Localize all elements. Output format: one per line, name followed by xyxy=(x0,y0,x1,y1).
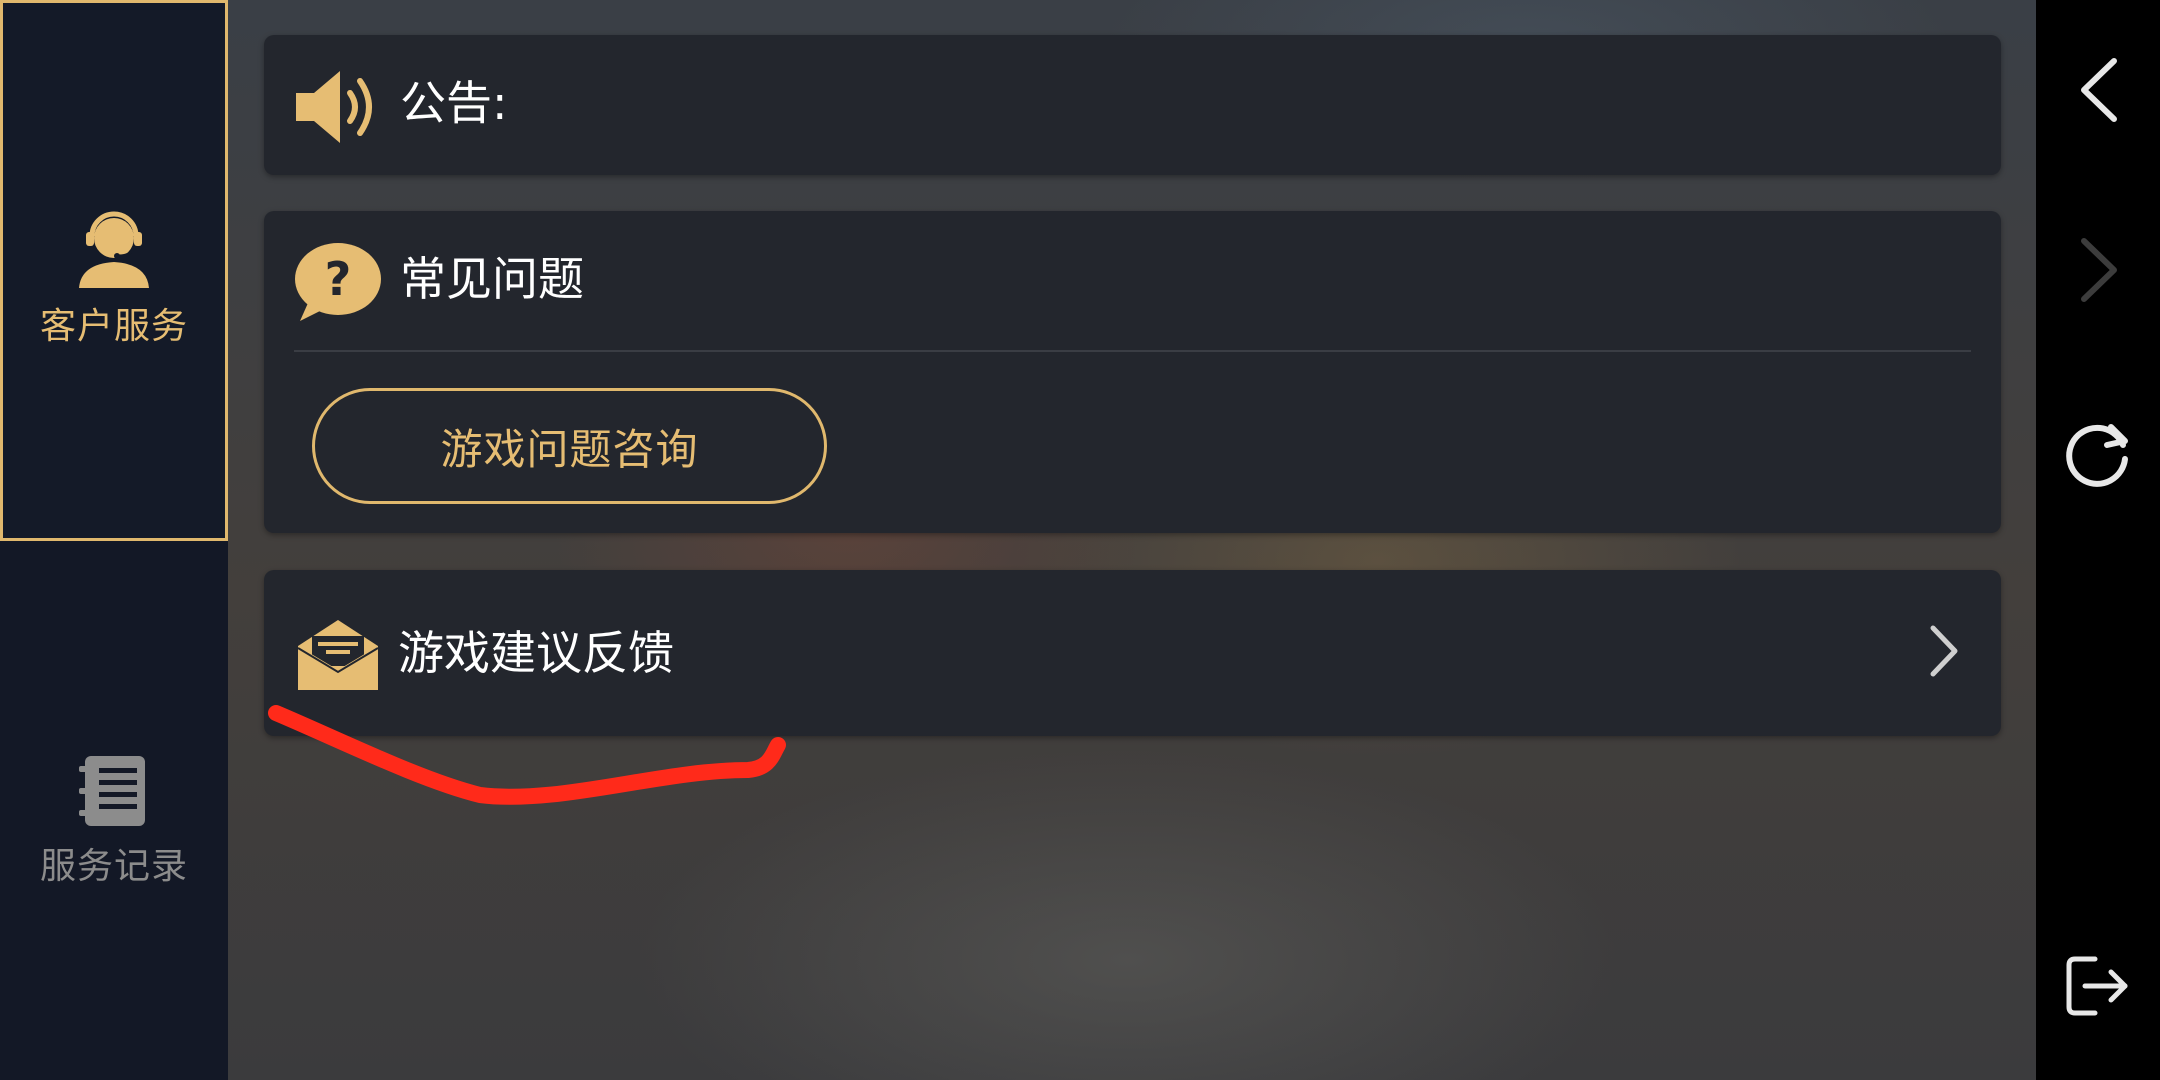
exit-button[interactable] xyxy=(2058,948,2138,1028)
service-record-icon xyxy=(79,754,149,832)
navigation-bar xyxy=(2036,0,2160,1080)
sidebar-label-service-record: 服务记录 xyxy=(39,846,188,887)
back-button[interactable] xyxy=(2058,52,2138,132)
faq-card: ? 常见问题 游戏问题咨询 xyxy=(264,211,2001,533)
sidebar-label-customer-service: 客户服务 xyxy=(39,306,188,347)
notice-card: 公告: xyxy=(264,35,2001,175)
customer-service-icon xyxy=(77,208,151,292)
feedback-card[interactable]: 游戏建议反馈 xyxy=(264,570,2001,736)
svg-text:?: ? xyxy=(325,252,352,306)
back-icon xyxy=(2076,57,2120,127)
exit-icon xyxy=(2065,955,2131,1021)
chevron-right-icon xyxy=(1929,624,1959,682)
sidebar-tab-customer-service[interactable]: 客户服务 xyxy=(0,0,228,541)
feedback-title: 游戏建议反馈 xyxy=(398,626,674,680)
envelope-icon xyxy=(296,618,380,696)
sidebar-tab-service-record[interactable]: 服务记录 xyxy=(0,541,228,1080)
speaker-icon xyxy=(294,69,384,149)
faq-title: 常见问题 xyxy=(400,252,584,306)
faq-divider xyxy=(294,350,1971,352)
forward-button[interactable] xyxy=(2058,232,2138,312)
notice-label: 公告: xyxy=(400,76,508,130)
refresh-icon xyxy=(2063,419,2133,493)
game-issue-consult-button[interactable]: 游戏问题咨询 xyxy=(312,388,827,504)
forward-icon xyxy=(2076,237,2120,307)
sidebar: 客户服务 服务记录 xyxy=(0,0,228,1080)
question-bubble-icon: ? xyxy=(294,243,382,327)
refresh-button[interactable] xyxy=(2058,416,2138,496)
